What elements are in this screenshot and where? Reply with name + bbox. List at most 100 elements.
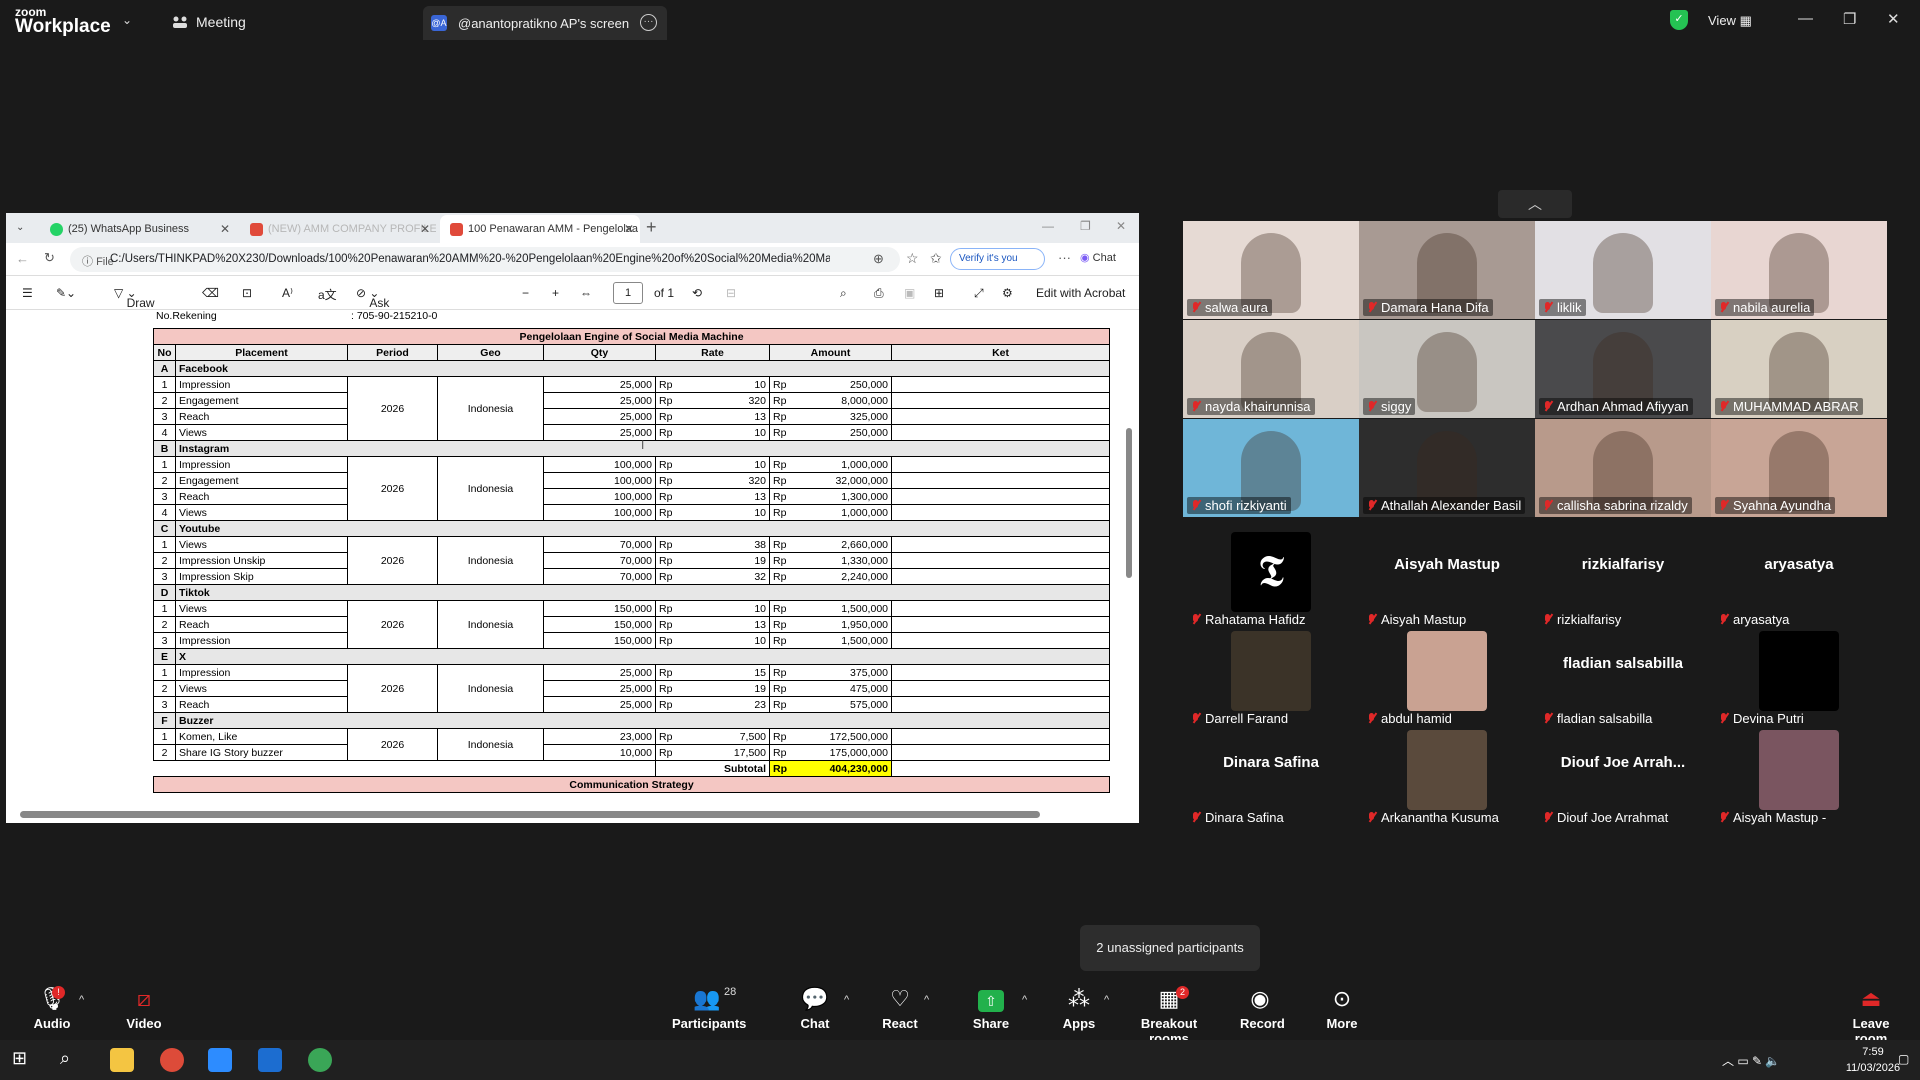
participant-tile[interactable]: aryasatya aryasatya <box>1711 528 1887 627</box>
participant-tile[interactable]: Dinara Safina Dinara Safina <box>1183 726 1359 825</box>
draw-button[interactable]: ▽ Draw ⌄ <box>114 286 155 310</box>
chevron-down-icon[interactable]: ⌄ <box>122 13 132 27</box>
file-explorer-icon[interactable] <box>110 1048 134 1072</box>
share-button[interactable]: ⇧ Share <box>972 986 1010 1031</box>
participant-tile[interactable]: Diouf Joe Arrah... Diouf Joe Arrahmat <box>1535 726 1711 825</box>
translate-icon[interactable]: a文 <box>318 286 337 303</box>
participant-tile[interactable]: Devina Putri <box>1711 627 1887 726</box>
page-number-input[interactable]: 1 <box>613 282 643 304</box>
rotate-icon[interactable]: ⟲ <box>692 286 702 300</box>
notifications-icon[interactable]: ▢ <box>1898 1052 1909 1066</box>
taskbar-clock[interactable]: 7:59 11/03/2026 <box>1843 1044 1903 1076</box>
participant-video-tile[interactable]: nabila aurelia <box>1711 221 1887 319</box>
text-box-icon[interactable]: ⊡ <box>242 286 252 300</box>
zoom-out-icon[interactable]: − <box>522 286 529 300</box>
menu-dots-icon[interactable]: ··· <box>1058 250 1071 265</box>
participant-video-tile[interactable]: Syahna Ayundha <box>1711 419 1887 517</box>
contents-icon[interactable]: ☰ <box>22 286 33 300</box>
minimize-icon[interactable]: — <box>1042 219 1054 233</box>
leave-room-button[interactable]: ⏏ Leave room <box>1838 986 1904 1046</box>
favorite-star-icon[interactable]: ☆ <box>906 250 919 267</box>
save-as-icon[interactable]: ⊞ <box>934 286 944 300</box>
breakout-rooms-button[interactable]: ▦ Breakout rooms 2 <box>1126 986 1212 1046</box>
vertical-scrollbar[interactable] <box>1126 428 1132 578</box>
chrome-profile-icon[interactable] <box>308 1048 332 1072</box>
save-icon[interactable]: ▣ <box>904 286 915 300</box>
meeting-tab[interactable]: Meeting <box>196 14 246 30</box>
highlight-icon[interactable]: ✎⌄ <box>56 286 76 300</box>
close-tab-icon[interactable]: ✕ <box>220 222 230 236</box>
security-shield-icon[interactable]: ✓ <box>1670 10 1688 30</box>
participant-video-tile[interactable]: salwa aura <box>1183 221 1359 319</box>
tab-list-chevron-icon[interactable]: ⌄ <box>16 222 24 233</box>
participant-video-tile[interactable]: MUHAMMAD ABRAR <box>1711 320 1887 418</box>
video-button[interactable]: ⧄ Video <box>122 986 166 1031</box>
back-icon[interactable]: ← <box>16 251 29 266</box>
copilot-chat-button[interactable]: ◉ Chat <box>1080 251 1116 264</box>
app-icon[interactable] <box>258 1048 282 1072</box>
browser-tab-whatsapp[interactable]: (25) WhatsApp Business ✕ <box>40 215 236 243</box>
audio-options-caret-icon[interactable]: ^ <box>79 994 84 1006</box>
erase-icon[interactable]: ⌫ <box>202 286 219 300</box>
participant-video-tile[interactable]: Damara Hana Difa <box>1359 221 1535 319</box>
close-tab-icon[interactable]: ✕ <box>624 222 634 236</box>
new-tab-icon[interactable]: + <box>646 217 657 238</box>
participant-tile[interactable]: 𝕿 Rahatama Hafidz <box>1183 528 1359 627</box>
url-box[interactable]: ⓘ File C:/Users/THINKPAD%20X230/Download… <box>70 247 900 272</box>
apps-options-caret-icon[interactable]: ^ <box>1104 994 1109 1006</box>
share-options-caret-icon[interactable]: ^ <box>1022 994 1027 1006</box>
chat-button[interactable]: 💬 Chat <box>798 986 832 1031</box>
chevron-up-icon[interactable]: ︿ <box>1498 190 1572 218</box>
zoom-app-icon[interactable] <box>208 1048 232 1072</box>
participant-tile[interactable]: Darrell Farand <box>1183 627 1359 726</box>
more-options-icon[interactable]: ··· <box>640 14 657 31</box>
windows-start-icon[interactable]: ⊞ <box>12 1048 36 1072</box>
fullscreen-icon[interactable]: ⤢ <box>974 286 984 301</box>
print-icon[interactable]: ⎙ <box>874 286 884 301</box>
participant-tile[interactable]: Aisyah Mastup - <box>1711 726 1887 825</box>
close-icon[interactable]: ✕ <box>1116 219 1126 233</box>
restore-icon[interactable]: ❐ <box>1843 10 1856 28</box>
search-icon[interactable]: ⌕ <box>840 286 847 301</box>
pdf-document-view[interactable]: No.Rekening : 705-90-215210-0 Pengelolaa… <box>6 310 1139 810</box>
restore-icon[interactable]: ❐ <box>1080 219 1091 233</box>
verify-button[interactable]: Verify it's you <box>950 248 1045 270</box>
participant-video-tile[interactable]: liklik <box>1535 221 1711 319</box>
page-view-icon[interactable]: ⊟ <box>726 286 736 300</box>
apps-button[interactable]: ⁂ Apps <box>1062 986 1096 1031</box>
edit-with-acrobat-button[interactable]: Edit with Acrobat <box>1036 286 1125 300</box>
participant-tile[interactable]: fladian salsabilla fladian salsabilla <box>1535 627 1711 726</box>
record-button[interactable]: ◉ Record <box>1240 986 1285 1031</box>
participant-video-tile[interactable]: nayda khairunnisa <box>1183 320 1359 418</box>
participant-video-tile[interactable]: shofi rizkiyanti <box>1183 419 1359 517</box>
reload-icon[interactable]: ↻ <box>44 250 55 266</box>
fit-page-icon[interactable]: ⇔ <box>580 286 592 300</box>
search-icon[interactable]: ⌕ <box>60 1048 84 1072</box>
chat-options-caret-icon[interactable]: ^ <box>844 994 849 1006</box>
participant-video-tile[interactable]: Athallah Alexander Basil <box>1359 419 1535 517</box>
view-button[interactable]: View ▦ <box>1708 13 1752 29</box>
participant-tile[interactable]: abdul hamid <box>1359 627 1535 726</box>
participant-video-tile[interactable]: callisha sabrina rizaldy <box>1535 419 1711 517</box>
audio-button[interactable]: 🎙 Audio ! <box>30 986 74 1031</box>
settings-gear-icon[interactable]: ⚙ <box>1002 286 1013 300</box>
react-button[interactable]: ♡ React <box>882 986 918 1031</box>
collections-icon[interactable]: ✩ <box>930 250 942 267</box>
react-options-caret-icon[interactable]: ^ <box>924 994 929 1006</box>
horizontal-scrollbar[interactable] <box>20 811 1040 818</box>
participant-video-tile[interactable]: Ardhan Ahmad Afiyyan <box>1535 320 1711 418</box>
browser-tab-company-profile[interactable]: (NEW) AMM COMPANY PROFILE.p ✕ <box>240 215 436 243</box>
ask-copilot-button[interactable]: ⊘ Ask Copilot ⌄ <box>356 286 407 324</box>
zoom-icon[interactable]: ⊕ <box>873 251 884 267</box>
read-aloud-icon[interactable]: A⁾ <box>282 286 293 300</box>
system-tray-icons[interactable]: ︿ ▭ ✎ 🔈 <box>1722 1052 1780 1069</box>
participant-tile[interactable]: Aisyah Mastup Aisyah Mastup <box>1359 528 1535 627</box>
participant-tile[interactable]: rizkialfarisy rizkialfarisy <box>1535 528 1711 627</box>
zoom-in-icon[interactable]: + <box>552 286 559 300</box>
participant-video-tile[interactable]: siggy <box>1359 320 1535 418</box>
shared-screen-tab[interactable]: @A @anantopratikno AP's screen ··· <box>423 6 667 40</box>
close-tab-icon[interactable]: ✕ <box>420 222 430 236</box>
chrome-icon[interactable] <box>160 1048 184 1072</box>
minimize-icon[interactable]: — <box>1798 10 1813 27</box>
url-text[interactable]: C:/Users/THINKPAD%20X230/Downloads/100%2… <box>110 253 830 265</box>
